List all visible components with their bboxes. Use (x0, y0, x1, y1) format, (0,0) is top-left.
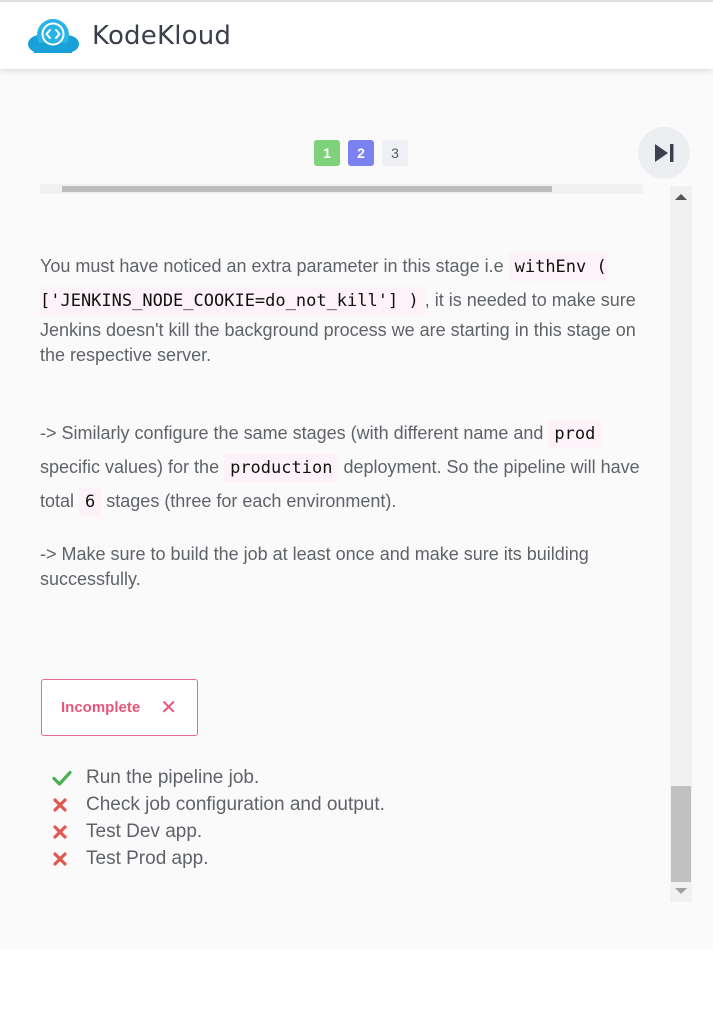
paragraph-production: -> Similarly configure the same stages (… (40, 417, 640, 519)
horizontal-scrollbar-thumb[interactable] (62, 186, 552, 192)
check-label: Test Prod app. (86, 847, 209, 869)
check-icon (52, 770, 86, 786)
check-label: Check job configuration and output. (86, 793, 385, 815)
inline-code-stage-count: 6 (79, 488, 102, 516)
paragraph-text: You must have noticed an extra parameter… (40, 256, 509, 276)
page-2-button[interactable]: 2 (348, 140, 374, 166)
skip-to-end-button[interactable] (638, 127, 690, 179)
list-item: Test Dev app. (52, 818, 385, 845)
check-label: Run the pipeline job. (86, 766, 260, 788)
paragraph-text: stages (three for each environment). (101, 491, 397, 511)
cross-icon (52, 797, 86, 813)
page-3-button[interactable]: 3 (382, 140, 408, 166)
page-1-button[interactable]: 1 (314, 140, 340, 166)
paragraph-withenv: You must have noticed an extra parameter… (40, 250, 640, 368)
status-label: Incomplete (61, 699, 141, 716)
scroll-down-arrow-icon[interactable] (675, 888, 687, 894)
list-item: Run the pipeline job. (52, 764, 385, 791)
status-badge: Incomplete ✕ (41, 679, 198, 736)
skip-next-icon (655, 144, 674, 162)
scroll-up-arrow-icon[interactable] (675, 194, 687, 200)
cross-icon (52, 824, 86, 840)
check-label: Test Dev app. (86, 820, 203, 842)
paragraph-text: -> Similarly configure the same stages (… (40, 423, 549, 443)
paragraph-text: specific values) for the (40, 457, 225, 477)
horizontal-scrollbar[interactable] (40, 184, 643, 194)
brand-name: KodeKloud (92, 20, 232, 51)
vertical-scrollbar[interactable] (670, 186, 692, 902)
inline-code-prod: prod (548, 420, 602, 448)
cross-icon (52, 851, 86, 867)
inline-code-production: production (224, 454, 339, 482)
list-item: Check job configuration and output. (52, 791, 385, 818)
question-pager: 1 2 3 (314, 140, 408, 166)
check-list: Run the pipeline job. Check job configur… (52, 764, 385, 872)
list-item: Test Prod app. (52, 845, 385, 872)
vertical-scrollbar-thumb[interactable] (671, 786, 691, 882)
close-icon: ✕ (160, 696, 177, 719)
kodekloud-logo-icon (28, 18, 79, 53)
paragraph-build: -> Make sure to build the job at least o… (40, 544, 589, 589)
app-header: KodeKloud (0, 2, 713, 69)
task-description: You must have noticed an extra parameter… (40, 250, 640, 592)
